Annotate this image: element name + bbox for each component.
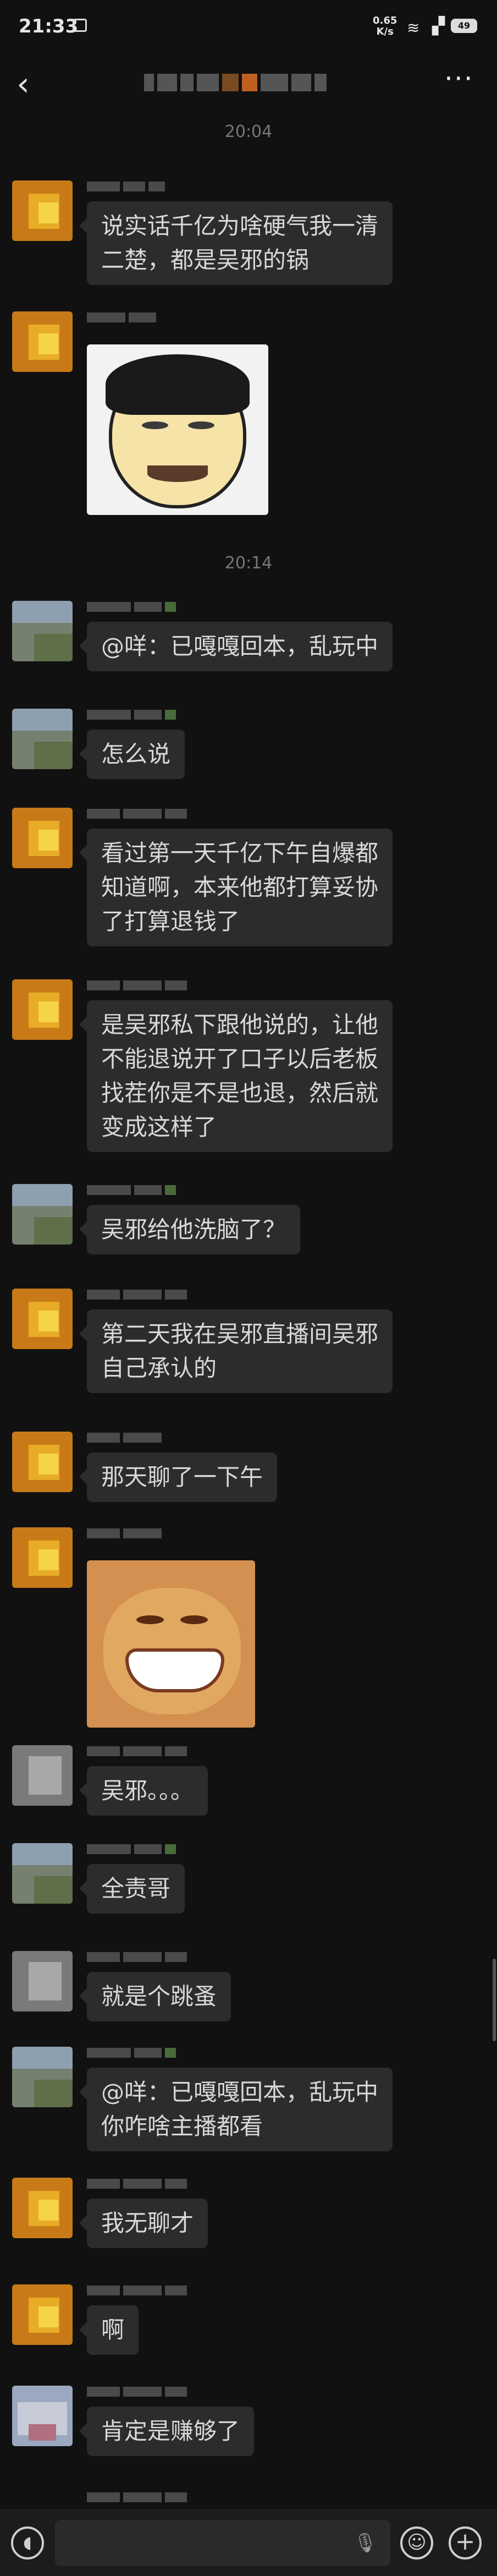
message-bubble[interactable]: 看过第一天千亿下午自爆都 知道啊，本来他都打算妥协 了打算退钱了 — [79, 829, 393, 946]
status-time: 21:33 — [19, 15, 79, 37]
avatar[interactable] — [12, 1289, 73, 1349]
avatar[interactable] — [12, 1432, 73, 1492]
sticker-face[interactable] — [87, 344, 268, 515]
net-speed: 0.65 K/s — [373, 15, 397, 37]
chat-input-bar: ◖ 🎙 ☺ + — [0, 2509, 497, 2576]
sticker-cat-mouth — [125, 1648, 224, 1692]
sender-name-blurred — [87, 1528, 165, 1539]
chat-title-blurred — [144, 74, 353, 91]
avatar[interactable] — [12, 979, 73, 1040]
wifi-icon: ≋ — [407, 19, 420, 37]
avatar[interactable] — [12, 1745, 73, 1806]
sender-name-blurred — [87, 2492, 190, 2503]
avatar[interactable] — [12, 1843, 73, 1904]
sender-name-blurred — [87, 1433, 165, 1444]
emoji-icon[interactable]: ☺ — [400, 2526, 433, 2559]
voice-icon[interactable]: ◖ — [11, 2526, 44, 2559]
plus-icon[interactable]: + — [449, 2526, 482, 2559]
avatar[interactable] — [12, 2386, 73, 2446]
message-bubble[interactable]: 说实话千亿为啥硬气我一清 二楚，都是吴邪的锅 — [79, 201, 393, 285]
avatar[interactable] — [12, 180, 73, 241]
sender-name-blurred — [87, 1746, 190, 1757]
sticker-face-hair — [106, 354, 250, 415]
sender-name-blurred — [87, 2285, 190, 2297]
sticker-cat-eye — [136, 1615, 164, 1624]
sender-name-blurred — [87, 182, 168, 193]
battery-icon: 49 — [451, 19, 477, 33]
message-bubble[interactable]: 吴邪给他洗脑了？ — [79, 1205, 301, 1254]
avatar[interactable] — [12, 1527, 73, 1588]
screen-record-icon — [73, 19, 87, 32]
sticker-face-mouth — [147, 465, 208, 482]
back-chevron-icon[interactable]: ‹ — [16, 65, 30, 103]
avatar[interactable] — [12, 2284, 73, 2345]
sender-name-blurred — [87, 809, 190, 820]
sender-name-blurred — [87, 2387, 190, 2398]
message-bubble[interactable]: @咩：已嘎嘎回本，乱玩中 你咋啥主播都看 — [79, 2068, 393, 2151]
message-bubble[interactable]: 怎么说 — [79, 730, 185, 779]
avatar[interactable] — [12, 709, 73, 769]
sender-name-blurred — [87, 602, 179, 613]
timestamp: 20:04 — [224, 122, 273, 141]
timestamp: 20:14 — [224, 553, 273, 573]
message-bubble[interactable]: 那天聊了一下午 — [79, 1453, 278, 1502]
avatar[interactable] — [12, 311, 73, 372]
message-bubble[interactable]: 肯定是赚够了 — [79, 2407, 255, 2456]
sticker-cat-eye — [180, 1615, 208, 1624]
avatar[interactable] — [12, 1951, 73, 2012]
scrollbar-thumb[interactable] — [493, 1959, 496, 2041]
sticker-face-eye — [188, 421, 214, 429]
sender-name-blurred — [87, 2179, 190, 2190]
sender-name-blurred — [87, 2048, 179, 2059]
sender-name-blurred — [87, 1844, 179, 1855]
avatar[interactable] — [12, 601, 73, 661]
sender-name-blurred — [87, 1185, 179, 1196]
avatar[interactable] — [12, 1184, 73, 1245]
message-bubble[interactable]: 就是个跳蚤 — [79, 1972, 231, 2021]
more-options-icon[interactable]: ··· — [444, 63, 474, 95]
status-bar: 21:33 0.65 K/s ≋ ▞ 49 — [0, 0, 497, 55]
avatar[interactable] — [12, 2047, 73, 2107]
sender-name-blurred — [87, 710, 179, 721]
chat-header: ‹ ··· — [0, 55, 497, 110]
mic-icon[interactable]: 🎙 — [354, 2532, 377, 2554]
sender-name-blurred — [87, 1290, 190, 1301]
message-bubble[interactable]: 啊 — [79, 2305, 139, 2355]
message-bubble[interactable]: 全责哥 — [79, 1864, 185, 1914]
message-bubble[interactable]: 吴邪。。。 — [79, 1766, 208, 1816]
message-input[interactable]: 🎙 — [55, 2520, 390, 2566]
sticker-face-eye — [142, 421, 168, 429]
message-bubble[interactable]: @咩：已嘎嘎回本，乱玩中 — [79, 622, 393, 671]
avatar[interactable] — [12, 808, 73, 868]
signal-icon: ▞ — [432, 17, 445, 36]
sender-name-blurred — [87, 980, 190, 991]
avatar[interactable] — [12, 2178, 73, 2238]
sender-name-blurred — [87, 313, 159, 324]
sticker-cat[interactable] — [87, 1560, 255, 1728]
message-bubble[interactable]: 是吴邪私下跟他说的，让他 不能退说开了口子以后老板 找茬你是不是也退，然后就 变… — [79, 1000, 393, 1152]
message-bubble[interactable]: 第二天我在吴邪直播间吴邪 自己承认的 — [79, 1309, 393, 1393]
message-bubble[interactable]: 我无聊才 — [79, 2199, 208, 2248]
sender-name-blurred — [87, 1952, 190, 1963]
